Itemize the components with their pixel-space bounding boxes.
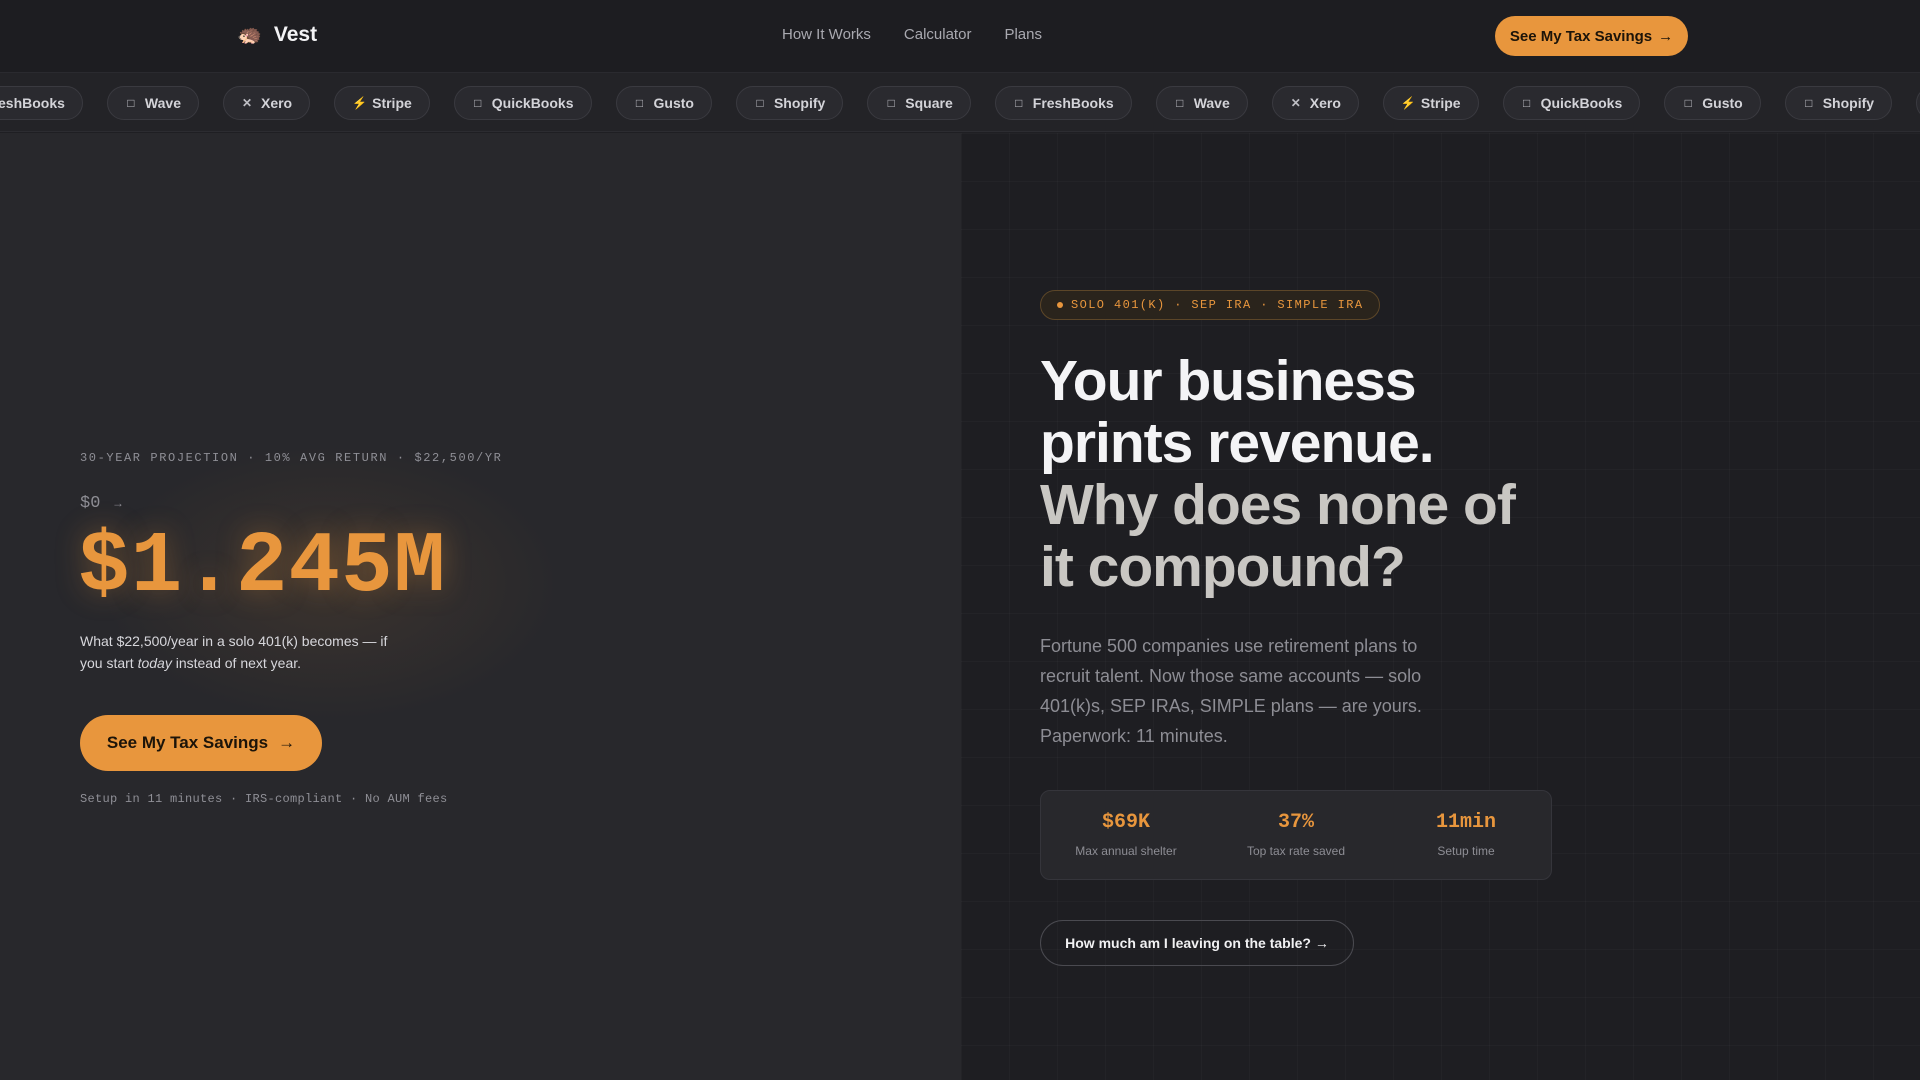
freshbooks-icon: □: [1015, 96, 1023, 110]
ticker-chip-label: Xero: [1309, 95, 1341, 111]
quickbooks-icon: □: [474, 96, 482, 110]
projection-label: 30-YEAR PROJECTION · 10% AVG RETURN · $2…: [80, 451, 503, 465]
ticker-chip-quickbooks: □ QuickBooks: [1502, 86, 1641, 120]
badge-text: SOLO 401(K) · SEP IRA · SIMPLE IRA: [1071, 298, 1364, 312]
brand-name: Vest: [273, 23, 318, 46]
logo[interactable]: 🦔 Vest: [237, 22, 317, 48]
ticker-chip-label: FreshBooks: [1032, 95, 1114, 111]
ticker-chip-label: Wave: [144, 95, 181, 111]
setup-note: Setup in 11 minutes · IRS-compliant · No…: [80, 792, 448, 806]
headline-line-2: Why does none of it compound?: [1040, 473, 1516, 599]
shopify-icon: □: [1805, 96, 1813, 110]
ticker-chip-label: QuickBooks: [491, 95, 574, 111]
square-icon: □: [887, 96, 895, 110]
stripe-icon: ⚡: [352, 96, 368, 110]
stripe-icon: ⚡: [1400, 96, 1416, 110]
ticker-chip-label: Gusto: [1702, 95, 1743, 111]
nav-cta-label: See My Tax Savings: [1509, 27, 1653, 45]
ticker-chip-label: Stripe: [372, 95, 412, 111]
stat-max-shelter: $69K Max annual shelter: [1041, 791, 1211, 879]
start-value: $0: [80, 494, 101, 513]
wave-icon: □: [1176, 96, 1184, 110]
nav-link-calculator[interactable]: Calculator: [904, 26, 972, 43]
projection-description: What $22,500/year in a solo 401(k) becom…: [80, 630, 400, 674]
hero-body: Fortune 500 companies use retirement pla…: [1040, 636, 1422, 746]
ticker-track: □FreshBooks□Wave✕Xero⚡Stripe□QuickBooks□…: [0, 86, 1920, 120]
ticker-chip-stripe: ⚡ Stripe: [1382, 86, 1479, 120]
plan-types-badge: SOLO 401(K) · SEP IRA · SIMPLE IRA: [1040, 290, 1381, 320]
desc-emphasis: today: [137, 655, 172, 671]
ticker-chip-gusto: □ Gusto: [615, 86, 712, 120]
ticker-chip-wave: □ Wave: [106, 86, 199, 120]
hero-cta-label: See My Tax Savings: [106, 733, 269, 752]
nav-link-how-it-works[interactable]: How It Works: [782, 26, 871, 43]
arrow-right-icon: →: [114, 497, 122, 511]
xero-icon: ✕: [1290, 96, 1301, 110]
ticker-chip-shopify: □ Shopify: [735, 86, 844, 120]
stat-setup-time: 11min Setup time: [1381, 791, 1551, 879]
stats-card: $69K Max annual shelter 37% Top tax rate…: [1040, 790, 1552, 880]
stat-value: 37%: [1277, 811, 1314, 834]
nav-links: How It Works Calculator Plans: [782, 26, 1042, 43]
integrations-ticker: □FreshBooks□Wave✕Xero⚡Stripe□QuickBooks□…: [0, 72, 1920, 132]
ticker-chip-freshbooks: □ FreshBooks: [994, 86, 1132, 120]
headline-line-1: Your business prints revenue.: [1040, 349, 1435, 475]
desc-text-2: instead of next year.: [171, 655, 302, 671]
stat-label: Top tax rate saved: [1246, 844, 1346, 858]
ticker-chip-xero: ✕ Xero: [1271, 86, 1359, 120]
stat-label: Max annual shelter: [1075, 844, 1177, 858]
ticker-chip-label: QuickBooks: [1540, 95, 1623, 111]
ticker-chip-freshbooks: □FreshBooks: [0, 86, 83, 120]
ticker-chip-label: Wave: [1193, 95, 1230, 111]
ticker-chip-square: □ Square: [867, 86, 971, 120]
hero-headline: Your business prints revenue. Why does n…: [1040, 350, 1560, 598]
ticker-chip-square: □Square: [1916, 86, 1920, 120]
ticker-chip-shopify: □ Shopify: [1784, 86, 1893, 120]
ticker-chip-label: Xero: [260, 95, 293, 111]
top-nav: 🦔 Vest How It Works Calculator Plans See…: [0, 0, 1920, 72]
quickbooks-icon: □: [1522, 96, 1531, 110]
projected-total: $1.245M: [78, 518, 447, 616]
gusto-icon: □: [1684, 96, 1692, 110]
wave-icon: □: [127, 96, 135, 110]
arrow-right-icon: →: [1658, 27, 1674, 45]
ticker-chip-label: Shopify: [1822, 95, 1875, 111]
ticker-chip-quickbooks: □ QuickBooks: [453, 86, 592, 120]
ticker-chip-wave: □ Wave: [1155, 86, 1248, 120]
hero-tax-savings-button[interactable]: See My Tax Savings →: [80, 715, 322, 771]
ticker-chip-stripe: ⚡ Stripe: [334, 86, 430, 120]
leaving-on-table-button[interactable]: How much am I leaving on the table? →: [1040, 920, 1354, 966]
hedgehog-logo-icon: 🦔: [237, 24, 262, 46]
stat-value: 11min: [1435, 811, 1496, 834]
ticker-chip-gusto: □ Gusto: [1664, 86, 1761, 120]
ticker-chip-xero: ✕ Xero: [222, 86, 311, 120]
dot-icon: [1057, 302, 1063, 308]
xero-icon: ✕: [241, 96, 253, 110]
start-value-row: $0 →: [80, 494, 122, 513]
ticker-chip-label: Square: [905, 95, 953, 111]
gusto-icon: □: [635, 96, 644, 110]
ticker-chip-label: Shopify: [773, 95, 826, 111]
shopify-icon: □: [756, 96, 764, 110]
ticker-chip-label: Gusto: [653, 95, 694, 111]
nav-link-plans[interactable]: Plans: [1004, 26, 1042, 43]
stat-value: $69K: [1101, 811, 1150, 834]
ticker-chip-label: FreshBooks: [0, 95, 65, 111]
arrow-right-icon: →: [278, 733, 296, 752]
stat-label: Setup time: [1437, 844, 1495, 858]
nav-tax-savings-button[interactable]: See My Tax Savings →: [1495, 16, 1688, 56]
ticker-chip-label: Stripe: [1420, 95, 1461, 111]
stat-tax-rate: 37% Top tax rate saved: [1211, 791, 1381, 879]
